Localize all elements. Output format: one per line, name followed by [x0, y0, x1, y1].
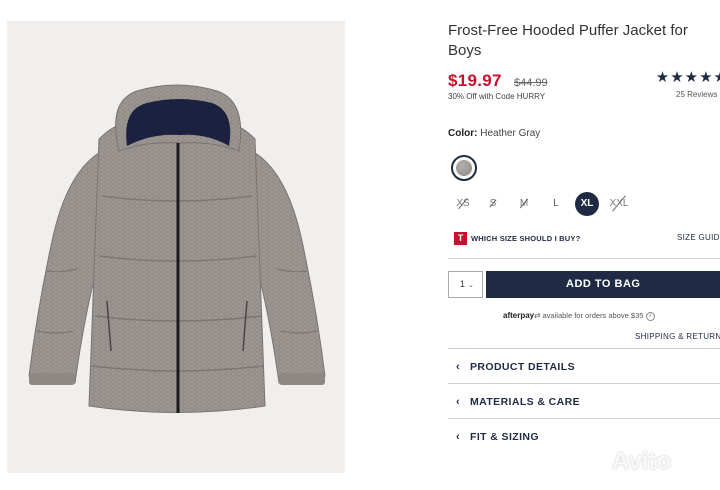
swatch-fill: [456, 160, 472, 176]
afterpay-info: afterpay⇄ available for orders above $35…: [503, 311, 655, 321]
chevron-left-icon: ‹: [456, 361, 460, 373]
chevron-left-icon: ‹: [456, 396, 460, 408]
accordion-product-details[interactable]: ‹ PRODUCT DETAILS: [456, 357, 575, 373]
size-option-xs[interactable]: XS: [456, 193, 470, 215]
divider: [448, 258, 720, 259]
promo-text: 30% Off with Code HURRY: [448, 92, 546, 101]
color-label-key: Color:: [448, 128, 478, 139]
size-option-m[interactable]: M: [518, 193, 530, 215]
color-swatch-heather-gray[interactable]: [451, 155, 477, 181]
afterpay-arrows-icon: ⇄: [534, 311, 541, 320]
star-rating[interactable]: ★★★★★: [656, 68, 720, 86]
afterpay-logo: afterpay: [503, 311, 535, 320]
info-icon[interactable]: i: [645, 311, 655, 321]
color-value: Heather Gray: [480, 128, 541, 139]
size-option-l[interactable]: L: [551, 193, 561, 215]
accordion-label: FIT & SIZING: [470, 431, 539, 443]
brand-logo-icon: T: [454, 232, 467, 246]
original-price: $44.99: [514, 77, 548, 89]
divider: [448, 418, 720, 419]
size-guide-link[interactable]: SIZE GUIDE: [677, 233, 720, 242]
chevron-left-icon: ‹: [456, 431, 460, 443]
accordion-materials-care[interactable]: ‹ MATERIALS & CARE: [456, 392, 580, 408]
reviews-link[interactable]: 25 Reviews: [676, 90, 717, 99]
add-to-bag-button[interactable]: ADD TO BAG: [486, 271, 720, 298]
size-option-xl[interactable]: XL: [575, 192, 599, 216]
divider: [448, 348, 720, 349]
accordion-label: MATERIALS & CARE: [470, 396, 581, 408]
quantity-select[interactable]: 1 ⌄: [448, 271, 483, 298]
product-title: Frost-Free Hooded Puffer Jacket for Boys: [448, 22, 688, 59]
sale-price: $19.97: [448, 71, 502, 90]
color-label: Color: Heather Gray: [448, 128, 540, 139]
size-option-s[interactable]: S: [488, 193, 498, 215]
puffer-jacket-image: [28, 84, 326, 413]
accordion-label: PRODUCT DETAILS: [470, 361, 575, 373]
chevron-down-icon: ⌄: [468, 282, 474, 289]
shipping-returns-link[interactable]: SHIPPING & RETURNS: [635, 332, 720, 341]
divider: [448, 383, 720, 384]
afterpay-text: available for orders above $35: [542, 311, 644, 320]
size-option-xxl[interactable]: XXL: [609, 193, 629, 215]
size-help-link[interactable]: T WHICH SIZE SHOULD I BUY?: [454, 230, 580, 248]
product-info-panel: Frost-Free Hooded Puffer Jacket for Boys…: [448, 0, 720, 490]
watermark-logo: Avito: [612, 448, 672, 475]
quantity-value: 1: [460, 279, 466, 289]
product-image[interactable]: [7, 21, 345, 473]
size-help-label: WHICH SIZE SHOULD I BUY?: [471, 234, 581, 244]
accordion-fit-sizing[interactable]: ‹ FIT & SIZING: [456, 427, 539, 443]
